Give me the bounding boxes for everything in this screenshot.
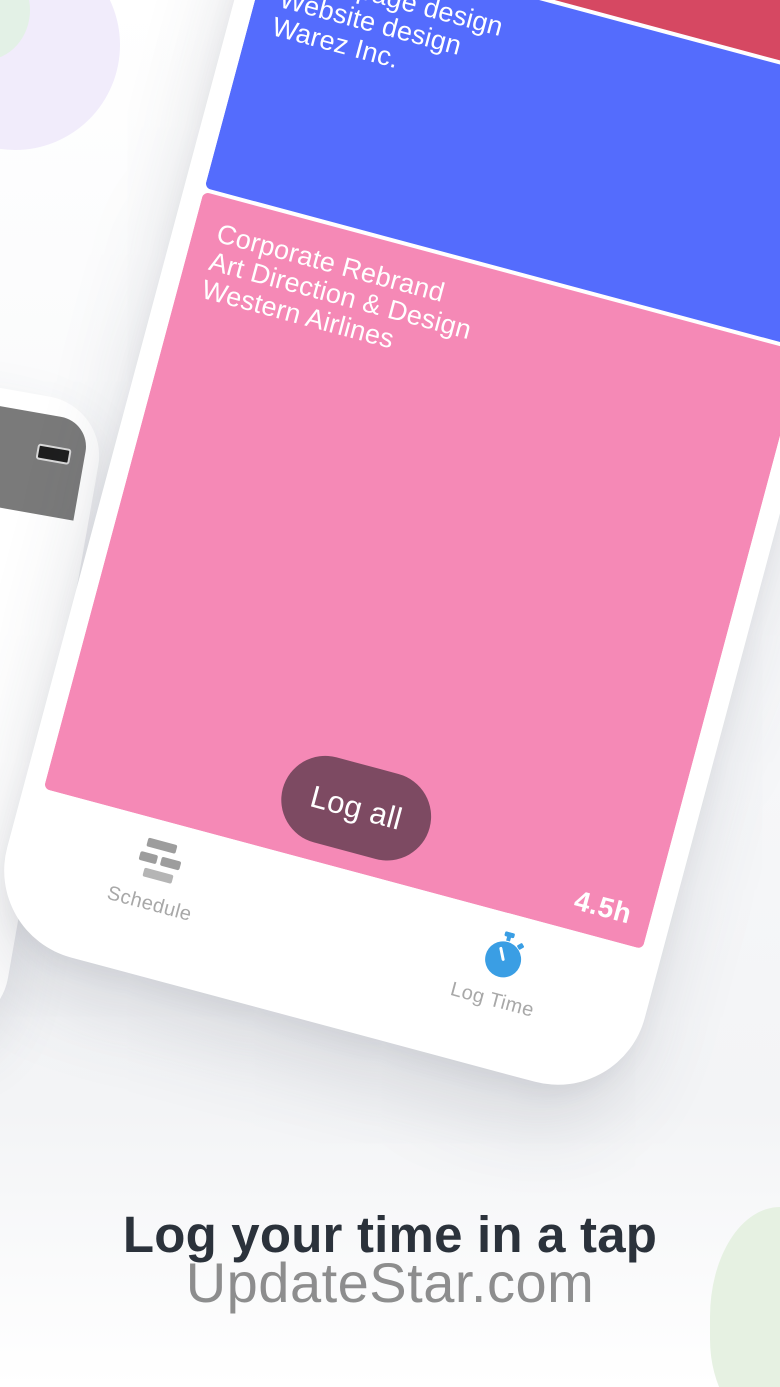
secondary-phone-screen [0, 399, 91, 521]
log-all-button[interactable]: Log all [271, 746, 441, 871]
battery-icon [35, 443, 72, 465]
phone-mockup: Homepage design Website design Warez Inc… [0, 0, 780, 1105]
tab-log-time[interactable]: Log Time [412, 912, 588, 1033]
hours-label: 4.5h [571, 884, 636, 930]
tab-schedule[interactable]: Schedule [69, 819, 244, 936]
watermark: UpdateStar.com [185, 1251, 595, 1314]
schedule-icon [131, 834, 190, 894]
stopwatch-icon [475, 927, 531, 990]
phone-screen: Homepage design Website design Warez Inc… [8, 0, 780, 1081]
app-store-screenshot: Homepage design Website design Warez Inc… [0, 0, 780, 1387]
